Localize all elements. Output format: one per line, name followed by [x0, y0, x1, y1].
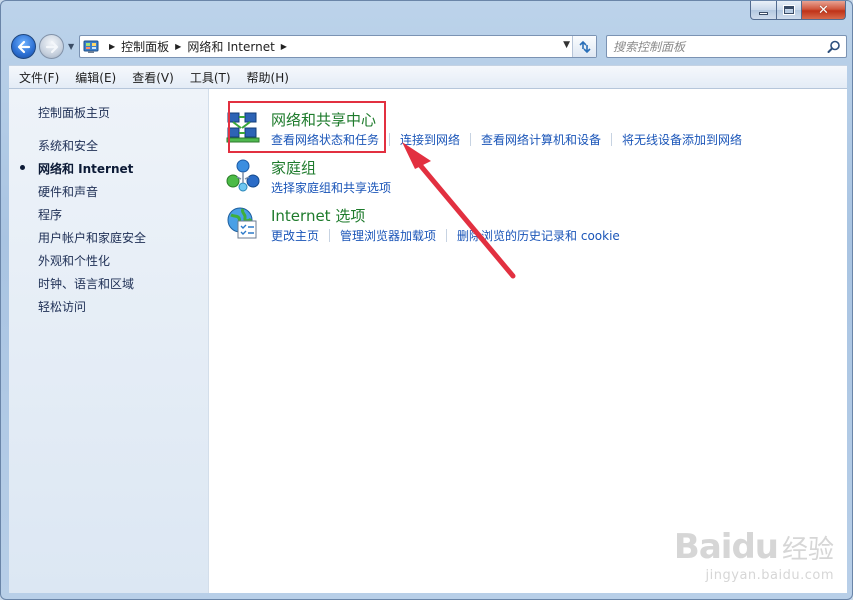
search-box [606, 35, 847, 58]
link-divider [329, 229, 331, 242]
sidebar: 控制面板主页 系统和安全 网络和 Internet 硬件和声音 程序 用户帐户和… [9, 89, 209, 593]
internet-options-icon[interactable] [225, 205, 261, 241]
window-frame: ✕ ▼ ▶ 控制面板 ▶ 网络和 Internet ▶ ▼ 搜索控制面板 文件(… [0, 0, 853, 600]
crumb-control-panel[interactable]: 控制面板 [121, 38, 169, 55]
link-homegroup-options[interactable]: 选择家庭组和共享选项 [271, 179, 391, 196]
sidebar-item-programs[interactable]: 程序 [38, 206, 62, 223]
crumb-separator-icon[interactable]: ▶ [109, 42, 115, 51]
category-title-internet-options[interactable]: Internet 选项 [271, 205, 365, 226]
maximize-button[interactable] [777, 1, 802, 20]
link-connect-to-network[interactable]: 连接到网络 [400, 131, 460, 148]
watermark: Baidu 经验 jingyan.baidu.com [674, 529, 834, 583]
crumb-separator-icon[interactable]: ▶ [175, 42, 181, 51]
close-button[interactable]: ✕ [802, 1, 846, 20]
link-divider [389, 133, 391, 146]
watermark-logo-suffix: du [731, 527, 779, 567]
sidebar-item-clock-language[interactable]: 时钟、语言和区域 [38, 275, 134, 292]
address-bar[interactable]: ▶ 控制面板 ▶ 网络和 Internet ▶ ▼ [79, 35, 597, 58]
watermark-url: jingyan.baidu.com [705, 568, 834, 583]
refresh-icon [578, 40, 591, 53]
sidebar-item-home[interactable]: 控制面板主页 [38, 104, 110, 121]
minimize-icon [759, 11, 768, 15]
link-delete-browsing-history[interactable]: 删除浏览的历史记录和 cookie [457, 227, 620, 244]
sidebar-item-appearance[interactable]: 外观和个性化 [38, 252, 110, 269]
forward-button[interactable] [39, 34, 64, 59]
category-internet-options: Internet 选项 更改主页 管理浏览器加载项 删除浏览的历史记录和 coo… [225, 205, 825, 245]
category-links-internet-options: 更改主页 管理浏览器加载项 删除浏览的历史记录和 cookie [271, 227, 620, 244]
link-view-network-computers[interactable]: 查看网络计算机和设备 [481, 131, 601, 148]
watermark-cn: 经验 [781, 535, 834, 565]
homegroup-icon[interactable] [225, 157, 261, 193]
search-icon[interactable] [827, 40, 841, 54]
link-divider [470, 133, 472, 146]
close-icon: ✕ [818, 2, 829, 18]
address-dropdown-icon[interactable]: ▼ [563, 40, 570, 50]
current-item-bullet-icon [20, 165, 25, 170]
maximize-icon [783, 5, 795, 15]
crumb-network-internet[interactable]: 网络和 Internet [187, 38, 274, 55]
category-links-homegroup: 选择家庭组和共享选项 [271, 179, 391, 196]
sidebar-item-ease-of-access[interactable]: 轻松访问 [38, 298, 86, 315]
watermark-logo: Bai [673, 527, 733, 567]
navigation-bar: ▼ ▶ 控制面板 ▶ 网络和 Internet ▶ ▼ [9, 31, 847, 63]
link-add-wireless-device[interactable]: 将无线设备添加到网络 [622, 131, 742, 148]
minimize-button[interactable] [750, 1, 777, 20]
forward-arrow-icon [45, 40, 58, 53]
link-manage-addons[interactable]: 管理浏览器加载项 [340, 227, 436, 244]
refresh-button[interactable] [572, 36, 596, 57]
sidebar-item-hardware-sound[interactable]: 硬件和声音 [38, 183, 98, 200]
category-homegroup: 家庭组 选择家庭组和共享选项 [225, 157, 825, 197]
category-title-homegroup[interactable]: 家庭组 [271, 157, 316, 178]
search-input[interactable] [613, 39, 823, 54]
annotation-highlight-box [228, 101, 386, 153]
menu-view[interactable]: 查看(V) [122, 69, 180, 86]
back-arrow-icon [17, 40, 30, 53]
main-content: 网络和共享中心 查看网络状态和任务 连接到网络 查看网络计算机和设备 将无线设备… [209, 89, 847, 593]
menu-edit[interactable]: 编辑(E) [65, 69, 122, 86]
link-divider [611, 133, 613, 146]
link-divider [446, 229, 448, 242]
menu-tools[interactable]: 工具(T) [180, 69, 237, 86]
crumb-separator-icon[interactable]: ▶ [281, 42, 287, 51]
menu-file[interactable]: 文件(F) [9, 69, 65, 86]
control-panel-icon [83, 39, 99, 55]
sidebar-item-user-accounts[interactable]: 用户帐户和家庭安全 [38, 229, 146, 246]
caption-buttons: ✕ [750, 1, 846, 20]
back-button[interactable] [11, 34, 36, 59]
sidebar-item-system-security[interactable]: 系统和安全 [38, 137, 98, 154]
sidebar-item-network-internet[interactable]: 网络和 Internet [38, 160, 133, 177]
link-change-home-page[interactable]: 更改主页 [271, 227, 319, 244]
menu-bar: 文件(F) 编辑(E) 查看(V) 工具(T) 帮助(H) [9, 65, 847, 89]
menu-help[interactable]: 帮助(H) [237, 69, 295, 86]
recent-pages-dropdown-icon[interactable]: ▼ [68, 42, 74, 51]
